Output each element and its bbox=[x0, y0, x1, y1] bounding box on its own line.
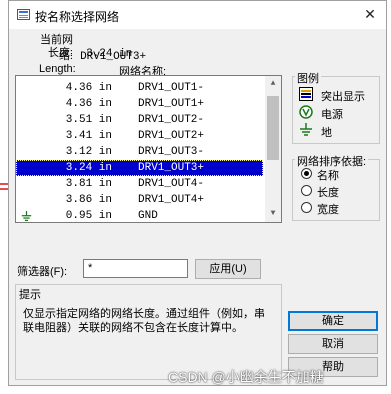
net-select-dialog: 按名称选择网络 ✕ 当前网络: DRV1_OUT3+ 长度: 3.24 in L… bbox=[8, 0, 387, 386]
length-value: 3.24 in bbox=[86, 48, 133, 60]
legend-label-power: 电源 bbox=[321, 109, 343, 121]
filter-input[interactable]: * bbox=[83, 259, 188, 278]
current-length-info: 长度: 3.24 in bbox=[29, 44, 132, 60]
window-title: 按名称选择网络 bbox=[35, 10, 120, 24]
scroll-down-icon[interactable]: ▼ bbox=[265, 206, 281, 222]
net-length-cell: 3.51 in bbox=[65, 114, 112, 126]
radio-length[interactable] bbox=[301, 185, 312, 196]
net-length-cell: 3.81 in bbox=[65, 178, 112, 190]
cancel-button[interactable]: 取消 bbox=[288, 334, 378, 354]
list-scrollbar[interactable]: ▲ ▼ bbox=[265, 76, 281, 222]
net-list[interactable]: ▲ ▼ 4.36 in DRV1_OUT1- 4.36 in DRV1_OUT1+ 3.… bbox=[15, 75, 282, 223]
net-name-cell: DRV1_OUT4- bbox=[138, 178, 205, 190]
net-name-cell: DRV1_OUT3- bbox=[138, 146, 205, 158]
net-length-cell: 4.36 in bbox=[65, 98, 112, 110]
power-icon bbox=[299, 105, 313, 119]
close-button[interactable]: ✕ bbox=[360, 5, 380, 23]
net-list-row[interactable]: 4.36 in DRV1_OUT1+ bbox=[16, 96, 263, 112]
net-list-row[interactable]: 3.41 in DRV1_OUT2+ bbox=[16, 128, 263, 144]
ground-icon bbox=[300, 123, 312, 136]
net-list-row[interactable]: 3.51 in DRV1_OUT2- bbox=[16, 112, 263, 128]
filter-label: 筛选器(F): bbox=[17, 266, 68, 278]
sort-label-width: 宽度 bbox=[317, 204, 339, 216]
net-length-cell: 3.24 in bbox=[65, 162, 112, 174]
legend-label-ground: 地 bbox=[321, 127, 332, 139]
net-name-cell: DRV1_OUT4+ bbox=[138, 194, 205, 206]
scroll-up-icon[interactable]: ▲ bbox=[265, 76, 281, 92]
watermark-text: CSDN @小幽余生不加糖 bbox=[168, 369, 324, 385]
net-length-cell: 3.12 in bbox=[65, 146, 112, 158]
ground-icon bbox=[21, 211, 32, 222]
net-list-row[interactable]: 0.95 in GND bbox=[16, 208, 263, 222]
net-name-cell: DRV1_OUT1- bbox=[138, 82, 205, 94]
net-name-cell: DRV1_OUT3+ bbox=[138, 162, 205, 174]
title-bar[interactable]: 按名称选择网络 ✕ bbox=[9, 1, 386, 29]
filter-value: * bbox=[88, 262, 93, 274]
ok-button[interactable]: 确定 bbox=[288, 311, 378, 331]
net-name-cell: GND bbox=[138, 210, 158, 222]
legend-label-highlight: 突出显示 bbox=[321, 91, 365, 103]
net-length-cell: 0.95 in bbox=[65, 210, 112, 222]
radio-name[interactable] bbox=[301, 168, 312, 179]
sort-label-name: 名称 bbox=[317, 170, 339, 182]
length-label: 长度: bbox=[47, 47, 73, 59]
app-icon bbox=[17, 9, 30, 20]
net-length-cell: 4.36 in bbox=[65, 82, 112, 94]
sort-label-length: 长度 bbox=[317, 187, 339, 199]
net-name-cell: DRV1_OUT2- bbox=[138, 114, 205, 126]
hint-title: 提示 bbox=[19, 289, 41, 301]
net-name-cell: DRV1_OUT1+ bbox=[138, 98, 205, 110]
net-length-cell: 3.86 in bbox=[65, 194, 112, 206]
net-length-cell: 3.41 in bbox=[65, 130, 112, 142]
highlight-icon bbox=[299, 87, 313, 101]
net-list-row[interactable]: 4.36 in DRV1_OUT1- bbox=[16, 80, 263, 96]
radio-width[interactable] bbox=[301, 202, 312, 213]
apply-button[interactable]: 应用(U) bbox=[195, 259, 261, 279]
net-list-row[interactable]: 3.81 in DRV1_OUT4- bbox=[16, 176, 263, 192]
net-list-row[interactable]: 3.12 in DRV1_OUT3- bbox=[16, 144, 263, 160]
net-name-cell: DRV1_OUT2+ bbox=[138, 130, 205, 142]
close-icon: ✕ bbox=[364, 6, 376, 22]
net-list-row[interactable]: 3.24 in DRV1_OUT3+ bbox=[16, 160, 263, 176]
column-header-length: Length: bbox=[39, 63, 76, 75]
scroll-thumb[interactable] bbox=[267, 96, 279, 160]
hint-text: 仅显示指定网络的网络长度。通过组件（例如，串联电阻器）关联的网络不包含在长度计算… bbox=[23, 308, 265, 334]
legend-title: 图例 bbox=[295, 70, 321, 86]
net-list-row[interactable]: 3.86 in DRV1_OUT4+ bbox=[16, 192, 263, 208]
